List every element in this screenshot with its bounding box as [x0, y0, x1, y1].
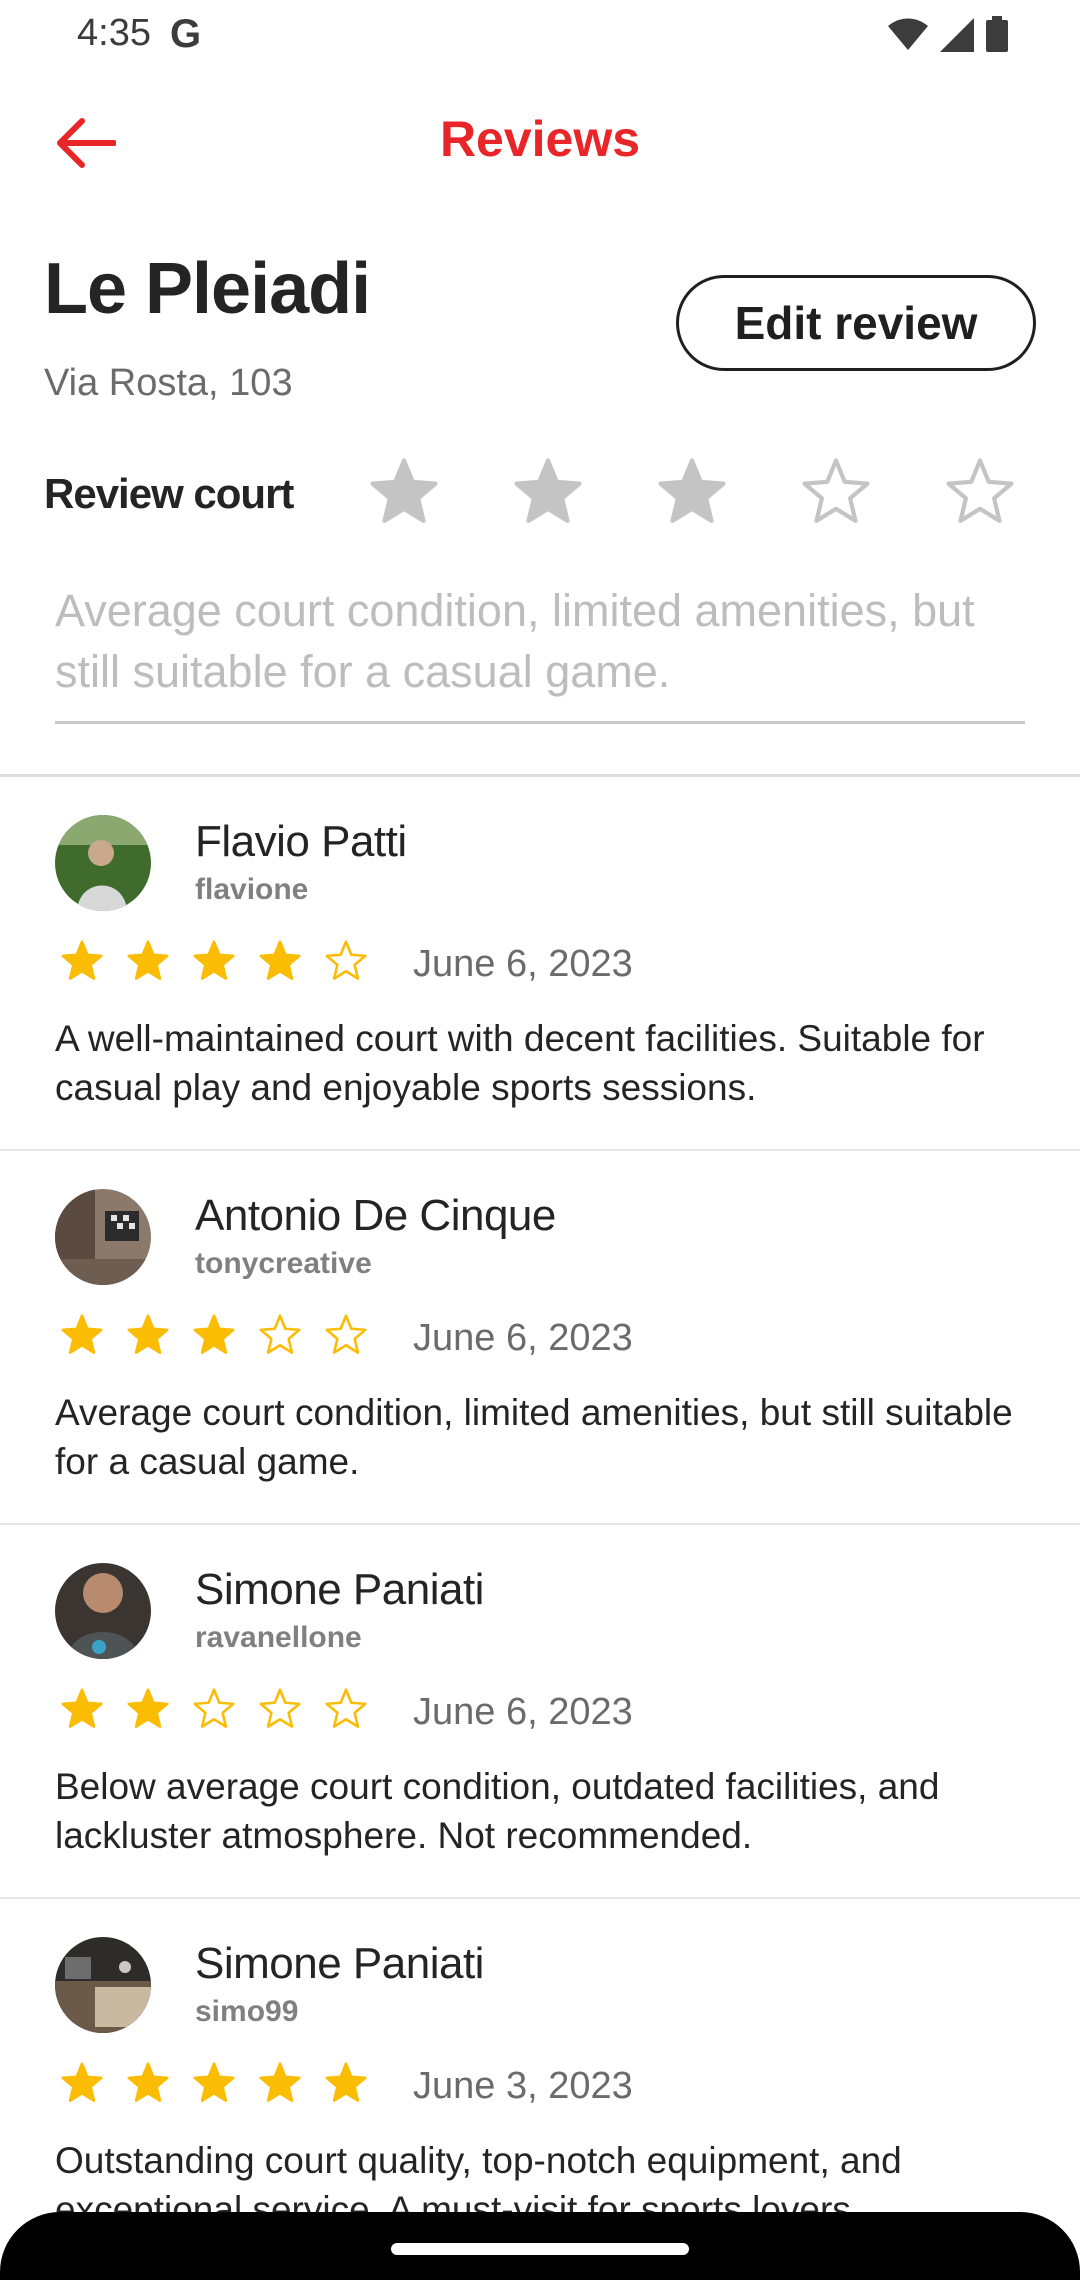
star-filled-icon — [127, 1314, 169, 1354]
star-outline-icon — [325, 1314, 367, 1354]
review-item: Flavio Patti flavione June 6, 2023 A wel… — [0, 777, 1080, 1151]
review-date: June 6, 2023 — [413, 1691, 633, 1733]
star-filled-icon — [61, 1688, 103, 1728]
wifi-icon — [888, 18, 928, 50]
review-list: Flavio Patti flavione June 6, 2023 A wel… — [0, 777, 1080, 2273]
review-court-label: Review court — [44, 470, 294, 517]
star-filled-icon — [259, 2062, 301, 2102]
reviewer-handle: tonycreative — [195, 1247, 372, 1280]
star-filled-icon — [127, 940, 169, 980]
review-date: June 6, 2023 — [413, 943, 633, 985]
star-filled-icon — [61, 2062, 103, 2102]
status-icons — [888, 16, 1008, 52]
star-filled-icon — [259, 940, 301, 980]
star-filled-icon — [61, 1314, 103, 1354]
avatar — [55, 815, 151, 911]
avatar-image — [55, 1189, 151, 1285]
review-rating — [60, 2061, 368, 2105]
review-rating — [60, 1313, 368, 1357]
review-input-placeholder: Average court condition, limited ameniti… — [55, 585, 975, 697]
review-text: Average court condition, limited ameniti… — [55, 1392, 1013, 1482]
star-outline-icon[interactable] — [944, 456, 1016, 528]
app-bar: Reviews — [0, 90, 1080, 194]
review-text: Below average court condition, outdated … — [55, 1766, 940, 1856]
star-outline-icon — [259, 1314, 301, 1354]
reviewer-handle: ravanellone — [195, 1621, 362, 1654]
avatar — [55, 1189, 151, 1285]
star-filled-icon — [61, 940, 103, 980]
review-item: Simone Paniati ravanellone June 6, 2023 … — [0, 1525, 1080, 1899]
court-name: Le Pleiadi — [44, 249, 371, 329]
battery-icon — [986, 16, 1008, 52]
court-rating-input[interactable] — [368, 456, 1016, 528]
review-rating — [60, 1687, 368, 1731]
star-filled-icon[interactable] — [512, 456, 584, 528]
reviews-screen: 4:35 G Reviews Le Pleiadi Via Rosta, 103… — [0, 0, 1080, 2280]
avatar-image — [55, 1937, 151, 2033]
avatar — [55, 1937, 151, 2033]
reviewer-name: Simone Paniati — [195, 1939, 484, 1988]
court-address: Via Rosta, 103 — [44, 362, 293, 404]
reviewer-name: Antonio De Cinque — [195, 1191, 556, 1240]
star-outline-icon — [259, 1688, 301, 1728]
star-filled-icon[interactable] — [368, 456, 440, 528]
status-bar: 4:35 G — [0, 0, 1080, 70]
home-gesture-handle[interactable] — [391, 2243, 689, 2255]
review-item: Antonio De Cinque tonycreative June 6, 2… — [0, 1151, 1080, 1525]
star-outline-icon — [325, 1688, 367, 1728]
edit-review-button[interactable]: Edit review — [676, 275, 1036, 371]
reviewer-handle: simo99 — [195, 1995, 299, 2028]
review-date: June 6, 2023 — [413, 1317, 633, 1359]
star-filled-icon — [325, 2062, 367, 2102]
page-title: Reviews — [439, 111, 641, 167]
star-filled-icon — [127, 2062, 169, 2102]
avatar-image — [55, 1563, 151, 1659]
reviewer-handle: flavione — [195, 873, 309, 906]
signal-icon — [940, 18, 974, 52]
star-filled-icon[interactable] — [656, 456, 728, 528]
star-outline-icon[interactable] — [800, 456, 872, 528]
star-outline-icon — [325, 940, 367, 980]
avatar — [55, 1563, 151, 1659]
star-filled-icon — [193, 1314, 235, 1354]
reviewer-name: Flavio Patti — [195, 817, 407, 866]
status-time: 4:35 — [77, 12, 151, 54]
review-date: June 3, 2023 — [413, 2065, 633, 2107]
review-text-input[interactable]: Average court condition, limited ameniti… — [55, 580, 1025, 724]
review-text: A well-maintained court with decent faci… — [55, 1018, 985, 1108]
star-outline-icon — [193, 1688, 235, 1728]
reviewer-name: Simone Paniati — [195, 1565, 484, 1614]
review-rating — [60, 939, 368, 983]
avatar-image — [55, 815, 151, 911]
star-filled-icon — [193, 2062, 235, 2102]
google-icon: G — [170, 12, 202, 56]
star-filled-icon — [193, 940, 235, 980]
star-filled-icon — [127, 1688, 169, 1728]
